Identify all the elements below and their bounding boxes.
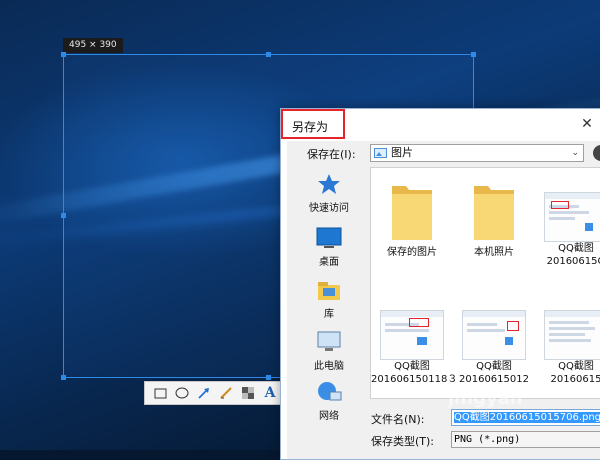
places-bar: 快速访问 桌面 库 此电脑 网络: [291, 167, 367, 427]
place-network[interactable]: 网络: [291, 381, 367, 431]
place-label: 网络: [319, 411, 339, 422]
ellipse-tool-icon[interactable]: [173, 384, 191, 402]
file-label-date: 20160615: [550, 374, 600, 385]
dialog-titlebar: 另存为 ✕: [281, 109, 600, 141]
place-quick-access[interactable]: 快速访问: [291, 173, 367, 223]
file-item-image[interactable]: QQ截图 20160615012: [453, 310, 535, 386]
filetype-value: PNG (*.png): [454, 434, 521, 445]
save-in-dropdown[interactable]: 图片 ⌄: [370, 144, 584, 162]
desktop-icon: [316, 227, 342, 248]
resize-handle-bottom-middle[interactable]: [266, 375, 271, 380]
filename-input[interactable]: QQ截图20160615015706.png: [451, 409, 600, 426]
file-label: QQ截图: [476, 361, 512, 372]
place-desktop[interactable]: 桌面: [291, 227, 367, 277]
folder-icon: [392, 186, 432, 240]
resize-handle-top-middle[interactable]: [266, 52, 271, 57]
resize-handle-top-right[interactable]: [471, 52, 476, 57]
resize-handle-top-left[interactable]: [61, 52, 66, 57]
arrow-tool-icon[interactable]: [195, 384, 213, 402]
mosaic-tool-icon[interactable]: [239, 384, 257, 402]
file-label: 本机照片: [474, 247, 514, 258]
file-item-folder[interactable]: 保存的图片: [371, 180, 453, 259]
library-icon: [318, 282, 340, 300]
place-libraries[interactable]: 库: [291, 279, 367, 329]
star-icon: [318, 174, 340, 194]
file-label-date: 20160615012: [459, 374, 529, 385]
file-list: 保存的图片 本机照片 QQ截图 20160615O QQ截图 201606150…: [370, 167, 600, 399]
place-label: 桌面: [319, 257, 339, 268]
filename-value: QQ截图20160615015706.png: [454, 412, 600, 423]
file-item-image[interactable]: QQ截图 20160615: [535, 310, 600, 386]
file-label: 保存的图片: [387, 247, 437, 258]
pictures-folder-icon: [374, 148, 387, 158]
pen-tool-icon[interactable]: [217, 384, 235, 402]
file-item-image[interactable]: QQ截图 201606150118３: [371, 310, 458, 386]
save-as-dialog: 另存为 ✕ 保存在(I): 图片 ⌄ 快速访问 桌面 库 此电脑 网络 保存的图…: [280, 108, 600, 460]
filename-label: 文件名(N):: [371, 413, 425, 426]
image-thumbnail: [544, 310, 600, 360]
file-label-date: 201606150118３: [371, 374, 458, 385]
file-label-date: 20160615O: [546, 256, 600, 267]
file-label: QQ截图: [558, 361, 594, 372]
image-thumbnail: [462, 310, 526, 360]
file-item-folder[interactable]: 本机照片: [453, 180, 535, 259]
rectangle-tool-icon[interactable]: [151, 384, 169, 402]
file-label: QQ截图: [558, 243, 594, 254]
save-in-label: 保存在(I):: [307, 148, 356, 161]
title-annotation-box: [281, 109, 345, 139]
place-this-pc[interactable]: 此电脑: [291, 331, 367, 381]
folder-icon: [474, 186, 514, 240]
file-label: QQ截图: [394, 361, 430, 372]
place-label: 库: [324, 309, 334, 320]
filetype-label: 保存类型(T):: [371, 435, 435, 448]
place-label: 快速访问: [309, 203, 349, 214]
file-item-image[interactable]: QQ截图 20160615O: [535, 192, 600, 268]
close-button[interactable]: ✕: [567, 112, 600, 136]
image-thumbnail: [544, 192, 600, 242]
screenshot-toolbar: A: [144, 381, 294, 405]
resize-handle-bottom-left[interactable]: [61, 375, 66, 380]
capture-size-label: 495 × 390: [63, 38, 123, 53]
resize-handle-middle-left[interactable]: [61, 213, 66, 218]
filetype-dropdown[interactable]: PNG (*.png): [451, 431, 600, 448]
watermark: jingyan: [448, 388, 523, 409]
text-tool-icon[interactable]: A: [261, 384, 279, 402]
chevron-down-icon: ⌄: [571, 148, 579, 158]
computer-icon: [317, 331, 341, 351]
place-label: 此电脑: [314, 361, 344, 372]
save-in-value: 图片: [391, 146, 413, 159]
network-icon: [318, 382, 342, 401]
image-thumbnail: [380, 310, 444, 360]
